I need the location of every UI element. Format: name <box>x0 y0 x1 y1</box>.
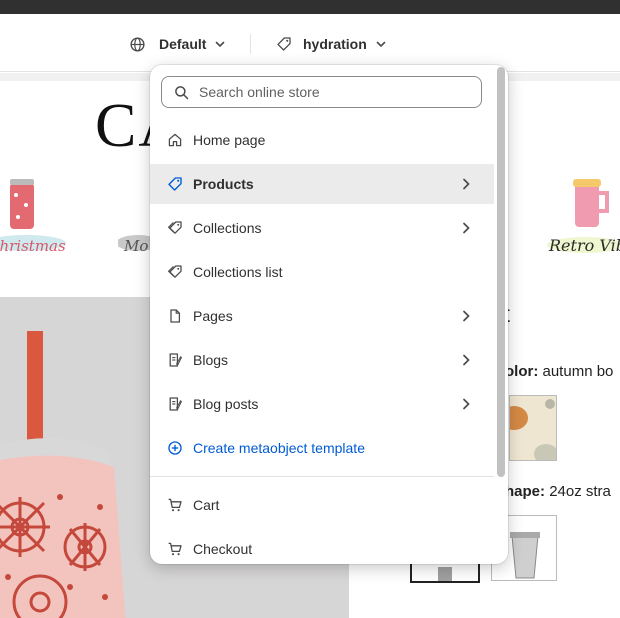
cart-icon <box>167 497 183 513</box>
menu-item-label: Blogs <box>193 352 229 368</box>
menu-item-home-page[interactable]: Home page <box>150 120 494 160</box>
editor-toolbar: Default hydration <box>0 14 620 72</box>
tag-icon <box>167 176 183 192</box>
menu-item-collections[interactable]: Collections <box>150 208 494 248</box>
plus-circle-icon <box>167 440 183 456</box>
template-selector[interactable]: hydration <box>276 30 387 58</box>
collection-caption: Mo <box>124 237 149 255</box>
search-icon <box>175 85 189 99</box>
option-value: autumn bo <box>542 363 614 380</box>
color-swatch[interactable] <box>509 395 557 461</box>
template-selector-label: hydration <box>303 36 367 52</box>
option-name: hape: <box>505 483 546 500</box>
chevron-down-icon <box>216 41 225 48</box>
collection-caption: Christmas <box>0 237 66 255</box>
blog-icon <box>167 352 183 368</box>
scrollbar-thumb[interactable] <box>497 67 505 477</box>
menu-item-cart[interactable]: Cart <box>150 485 494 525</box>
chevron-right-icon <box>463 178 470 190</box>
menu-item-label: Home page <box>193 132 266 148</box>
collection-caption: Retro Vibes <box>549 236 620 255</box>
dropdown-scrollbar[interactable] <box>496 67 506 562</box>
option-name: olor: <box>505 363 539 380</box>
chevron-right-icon <box>463 398 470 410</box>
template-dropdown-menu: Home page Products Collections Collectio… <box>150 65 508 564</box>
chevron-right-icon <box>463 354 470 366</box>
collection-tile[interactable]: Christmas <box>0 175 78 259</box>
option-value: 24oz stra <box>549 483 611 500</box>
shape-option-label: hape: 24oz stra <box>505 483 611 500</box>
tags-icon <box>167 220 183 236</box>
menu-item-label: Collections <box>193 220 262 236</box>
tags-icon <box>167 264 183 280</box>
market-selector-label: Default <box>159 36 207 52</box>
chevron-down-icon <box>376 41 386 48</box>
menu-divider <box>150 476 494 477</box>
search-input[interactable] <box>199 84 459 100</box>
menu-item-label: Collections list <box>193 264 283 280</box>
menu-item-label: Pages <box>193 308 233 324</box>
window-top-strip <box>0 0 620 14</box>
menu-item-products[interactable]: Products <box>150 164 494 204</box>
menu-item-pages[interactable]: Pages <box>150 296 494 336</box>
cart-icon <box>167 541 183 557</box>
page-icon <box>167 308 183 324</box>
blog-icon <box>167 396 183 412</box>
create-metaobject-template-link[interactable]: Create metaobject template <box>150 428 494 468</box>
menu-item-checkout[interactable]: Checkout <box>150 529 494 564</box>
home-icon <box>167 132 183 148</box>
search-field[interactable] <box>161 76 482 108</box>
menu-item-blogs[interactable]: Blogs <box>150 340 494 380</box>
market-selector[interactable]: Default <box>129 30 226 58</box>
pumpkin-pattern <box>510 399 556 460</box>
chevron-right-icon <box>463 310 470 322</box>
menu-item-label: Checkout <box>193 541 253 557</box>
menu-item-label: Products <box>193 176 254 192</box>
menu-item-blog-posts[interactable]: Blog posts <box>150 384 494 424</box>
collection-tile[interactable]: Retro Vibes <box>545 175 620 259</box>
tag-icon <box>277 37 291 51</box>
globe-icon <box>130 36 145 52</box>
menu-item-label: Blog posts <box>193 396 259 412</box>
toolbar-divider <box>250 34 251 54</box>
menu-item-label: Cart <box>193 497 220 513</box>
color-option-label: olor: autumn bo <box>505 363 613 380</box>
chevron-right-icon <box>463 222 470 234</box>
menu-item-collections-list[interactable]: Collections list <box>150 252 494 292</box>
menu-item-label: Create metaobject template <box>193 440 365 456</box>
